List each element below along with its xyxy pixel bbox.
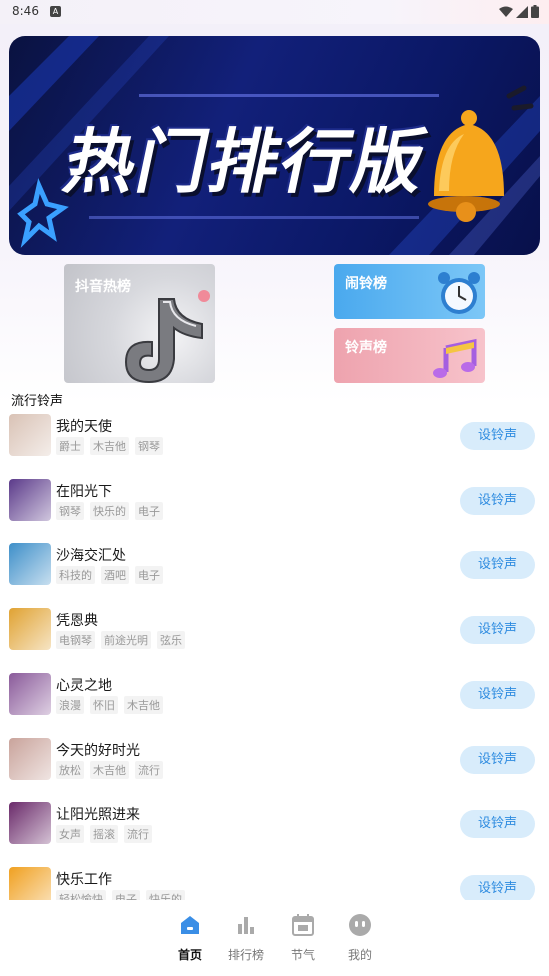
song-row[interactable]: 心灵之地 浪漫 怀旧 木吉他 设铃声 — [0, 663, 549, 727]
ringtone-chart-card[interactable]: 铃声榜 — [334, 328, 485, 383]
song-cover-image — [9, 414, 51, 456]
nav-item-home[interactable]: 首页 — [165, 912, 215, 963]
nav-item-profile[interactable]: 我的 — [335, 912, 385, 963]
set-ringtone-button[interactable]: 设铃声 — [460, 874, 535, 900]
song-title: 在阳光下 — [56, 483, 112, 500]
song-tag: 快乐的 — [146, 889, 185, 900]
song-cover-image — [9, 543, 51, 586]
song-cover-image — [9, 608, 51, 651]
song-tag: 流行 — [135, 760, 163, 779]
ringtone-chart-label: 铃声榜 — [345, 340, 387, 356]
battery-icon — [531, 5, 539, 18]
song-tag: 电子 — [135, 501, 163, 520]
song-tag: 摇滚 — [90, 825, 118, 844]
song-tag: 钢琴 — [135, 437, 163, 455]
song-tag: 电子 — [112, 889, 140, 900]
song-row[interactable]: 我的天使爵士 木吉他 钢琴 设铃声 — [0, 404, 549, 468]
song-row[interactable]: 今天的好时光 放松 木吉他 流行 设铃声 — [0, 728, 549, 792]
song-tag: 前途光明 — [101, 631, 151, 650]
song-list[interactable]: 我的天使 爵士 木吉他 钢琴 设铃声 在阳光下 钢琴 快乐的 电子 设铃声 沙海交汇处 科技的 酒吧 电子… — [0, 404, 549, 900]
song-cover-image — [9, 802, 51, 845]
set-ringtone-button[interactable]: 设铃声 — [460, 422, 535, 450]
bar-chart-icon — [238, 917, 254, 934]
nav-label-profile: 我的 — [347, 948, 372, 962]
song-tag: 木吉他 — [124, 695, 163, 714]
status-time: 8:46 — [12, 4, 39, 18]
song-tag: 科技的 — [56, 566, 95, 585]
song-title: 我的天使 — [56, 419, 112, 435]
signal-icon — [516, 5, 528, 18]
song-tags: 电钢琴 前途光明 弦乐 — [56, 631, 185, 650]
song-title: 让阳光照进来 — [56, 807, 140, 824]
song-row[interactable]: 让阳光照进来 女声 摇滚 流行 设铃声 — [0, 792, 549, 856]
song-title: 今天的好时光 — [56, 742, 140, 759]
song-tag: 酒吧 — [101, 566, 129, 585]
promo-banner[interactable]: 热门排行版 — [9, 36, 540, 255]
song-tags: 放松 木吉他 流行 — [56, 760, 163, 779]
song-row[interactable]: 凭恩典 电钢琴 前途光明 弦乐 设铃声 — [0, 598, 549, 662]
song-tag: 电子 — [135, 566, 163, 585]
wifi-icon — [499, 6, 513, 17]
song-row[interactable]: 在阳光下 钢琴 快乐的 电子 设铃声 — [0, 469, 549, 533]
profile-icon — [349, 914, 371, 936]
song-tag: 木吉他 — [90, 437, 129, 455]
notification-icon: A — [50, 6, 61, 17]
set-ringtone-button[interactable]: 设铃声 — [460, 680, 535, 709]
song-tag: 女声 — [56, 825, 84, 844]
song-tag: 浪漫 — [56, 695, 84, 714]
song-title: 沙海交汇处 — [56, 548, 126, 565]
song-tag: 弦乐 — [157, 631, 185, 650]
status-bar: 8:46 A — [0, 0, 549, 24]
song-tag: 电钢琴 — [56, 631, 95, 650]
song-tags: 轻松愉快 电子 快乐的 — [56, 889, 185, 900]
song-tags: 钢琴 快乐的 电子 — [56, 501, 163, 520]
song-title: 快乐工作 — [56, 871, 112, 888]
song-cover-image — [9, 672, 51, 715]
song-tags: 浪漫 怀旧 木吉他 — [56, 695, 163, 714]
bottom-navigation: 首页 排行榜 节气 我的 — [0, 900, 549, 976]
nav-item-ranking[interactable]: 排行榜 — [221, 912, 271, 963]
nav-label-home: 首页 — [177, 948, 202, 962]
song-title: 凭恩典 — [56, 613, 98, 630]
song-tag: 木吉他 — [90, 760, 129, 779]
song-tags: 科技的 酒吧 电子 — [56, 566, 163, 585]
nav-item-solar-terms[interactable]: 节气 — [278, 912, 328, 963]
song-row[interactable]: 快乐工作 轻松愉快 电子 快乐的 设铃声 — [0, 857, 549, 900]
set-ringtone-button[interactable]: 设铃声 — [460, 745, 535, 774]
song-cover-image — [9, 737, 51, 780]
set-ringtone-button[interactable]: 设铃声 — [460, 486, 535, 515]
douyin-chart-label: 抖音热榜 — [75, 279, 131, 295]
song-tag: 放松 — [56, 760, 84, 779]
nav-label-solar-terms: 节气 — [290, 948, 315, 962]
set-ringtone-button[interactable]: 设铃声 — [460, 551, 535, 580]
song-tag: 轻松愉快 — [56, 889, 106, 900]
set-ringtone-button[interactable]: 设铃声 — [460, 616, 535, 645]
song-cover-image — [9, 866, 51, 900]
song-tags: 爵士 木吉他 钢琴 — [56, 437, 163, 455]
status-icons — [499, 5, 539, 18]
banner-title: 热门排行版 — [57, 121, 435, 203]
song-title: 心灵之地 — [56, 677, 112, 694]
calendar-icon — [292, 914, 314, 936]
douyin-chart-card[interactable]: 抖音热榜 — [64, 264, 215, 383]
nav-label-ranking: 排行榜 — [227, 948, 264, 962]
song-tag: 钢琴 — [56, 501, 84, 520]
alarm-chart-label: 闹铃榜 — [345, 276, 387, 292]
song-tag: 爵士 — [56, 437, 84, 455]
song-tags: 女声 摇滚 流行 — [56, 825, 152, 844]
song-tag: 流行 — [124, 825, 152, 844]
set-ringtone-button[interactable]: 设铃声 — [460, 810, 535, 839]
song-tag: 怀旧 — [90, 695, 118, 714]
song-row[interactable]: 沙海交汇处 科技的 酒吧 电子 设铃声 — [0, 533, 549, 597]
song-cover-image — [9, 478, 51, 521]
home-icon — [181, 916, 199, 934]
song-tag: 快乐的 — [90, 501, 129, 520]
alarm-chart-card[interactable]: 闹铃榜 — [334, 264, 485, 319]
